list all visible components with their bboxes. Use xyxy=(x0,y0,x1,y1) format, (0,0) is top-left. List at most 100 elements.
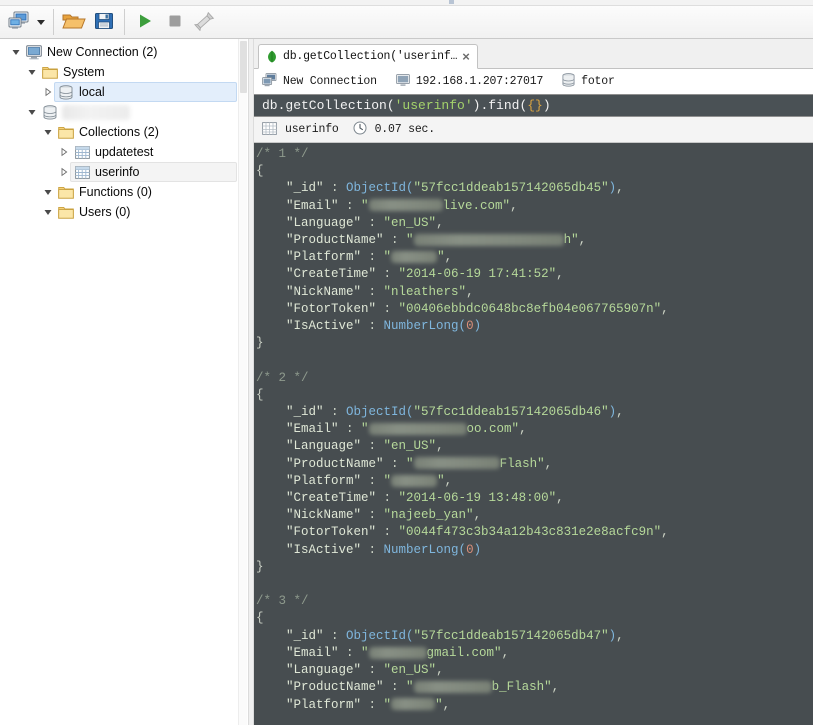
body-split: New Connection (2) Systemlocal Collections… xyxy=(0,39,813,725)
field-value: "en_US" xyxy=(384,663,437,677)
document-field: "CreateTime" : "2014-06-19 13:48:00", xyxy=(256,490,813,507)
field-value-prefix: " xyxy=(406,457,414,471)
field-value: "najeeb_yan" xyxy=(384,508,474,522)
twisty-expanded-icon[interactable] xyxy=(24,67,40,77)
redacted-database-name xyxy=(62,105,130,120)
folder-icon xyxy=(56,125,76,139)
field-value: "57fcc1ddeab157142065db46" xyxy=(414,405,609,419)
folder-icon xyxy=(40,65,60,79)
tree-item-functions-0[interactable]: Functions (0) xyxy=(0,182,247,202)
tree-item-label: updatetest xyxy=(92,145,153,159)
field-value-prefix: " xyxy=(384,474,392,488)
field-colon: : xyxy=(376,267,399,281)
server-address-item[interactable]: 192.168.1.207:27017 xyxy=(396,73,543,90)
tree-item-new-connection-2[interactable]: New Connection (2) xyxy=(0,42,247,62)
field-colon: : xyxy=(361,319,384,333)
results-output[interactable]: /* 1 */{ "_id" : ObjectId("57fcc1ddeab15… xyxy=(254,143,813,725)
tab-close-icon[interactable]: × xyxy=(462,50,470,63)
computers-icon xyxy=(8,11,30,34)
field-colon: : xyxy=(339,422,362,436)
field-key: "_id" xyxy=(256,181,324,195)
folder-icon xyxy=(56,185,76,199)
tree-item-local[interactable]: local xyxy=(0,82,247,102)
field-value-prefix: " xyxy=(361,646,369,660)
field-value-prefix: " xyxy=(384,698,392,712)
field-value-prefix: " xyxy=(406,680,414,694)
document-field: "NickName" : "najeeb_yan", xyxy=(256,507,813,524)
twisty-collapsed-icon[interactable] xyxy=(56,147,72,157)
explain-button[interactable] xyxy=(190,8,220,36)
document-field: "Platform" : "", xyxy=(256,249,813,266)
tab-query-userinfo[interactable]: db.getCollection('userinf… × xyxy=(258,44,478,69)
document-field: "Platform" : "", xyxy=(256,473,813,490)
twisty-collapsed-icon[interactable] xyxy=(40,87,56,97)
tree-item-system[interactable]: System xyxy=(0,62,247,82)
field-trailing-comma: , xyxy=(510,199,518,213)
field-value-suffix: " xyxy=(435,698,443,712)
tree-item-collections-2[interactable]: Collections (2) xyxy=(0,122,247,142)
sidebar-scrollbar[interactable] xyxy=(238,39,247,725)
field-func-name: ObjectId( xyxy=(346,181,414,195)
document-marker-text: /* 3 */ xyxy=(256,594,309,608)
field-colon: : xyxy=(361,250,384,264)
folder-icon xyxy=(56,205,76,219)
redacted-value xyxy=(391,251,437,263)
document-field: "_id" : ObjectId("57fcc1ddeab157142065db… xyxy=(256,628,813,645)
monitor-icon xyxy=(396,73,410,90)
redacted-value xyxy=(391,475,437,487)
window-top-strip xyxy=(0,0,813,6)
document-field: "Email" : "live.com", xyxy=(256,198,813,215)
tree-item-label: New Connection (2) xyxy=(44,45,157,59)
field-key: "Email" xyxy=(256,199,339,213)
twisty-expanded-icon[interactable] xyxy=(40,127,56,137)
document-field: "FotorToken" : "0044f473c3b34a12b43c831e… xyxy=(256,524,813,541)
twisty-collapsed-icon[interactable] xyxy=(56,167,72,177)
document-field: "_id" : ObjectId("57fcc1ddeab157142065db… xyxy=(256,180,813,197)
redacted-value xyxy=(414,681,492,693)
connect-button[interactable] xyxy=(4,8,34,36)
tree-item-users-0[interactable]: Users (0) xyxy=(0,202,247,222)
twisty-expanded-icon[interactable] xyxy=(24,107,40,117)
execute-group xyxy=(130,6,220,38)
database-item[interactable]: fotor xyxy=(562,73,615,90)
field-value-suffix: oo.com" xyxy=(467,422,520,436)
tree-item-userinfo[interactable]: userinfo xyxy=(0,162,247,182)
field-func-name: ObjectId( xyxy=(346,405,414,419)
main-pane: db.getCollection('userinf… × xyxy=(254,39,813,725)
save-script-button[interactable] xyxy=(89,8,119,36)
field-value: "nleathers" xyxy=(384,285,467,299)
field-colon: : xyxy=(361,216,384,230)
query-braces: {} xyxy=(527,98,543,113)
tab-label: db.getCollection('userinf… xyxy=(283,50,457,63)
tree-item-updatetest[interactable]: updatetest xyxy=(0,142,247,162)
connect-dropdown-button[interactable] xyxy=(34,8,48,36)
execute-button[interactable] xyxy=(130,8,160,36)
field-trailing-comma: , xyxy=(502,646,510,660)
twisty-expanded-icon[interactable] xyxy=(40,207,56,217)
field-trailing-comma: , xyxy=(443,698,451,712)
twisty-expanded-icon[interactable] xyxy=(8,47,24,57)
open-script-button[interactable] xyxy=(59,8,89,36)
field-trailing-comma: , xyxy=(661,525,669,539)
query-editor[interactable]: db.getCollection('userinfo').find({}) xyxy=(254,94,813,117)
clock-icon xyxy=(353,121,367,138)
stop-button[interactable] xyxy=(160,8,190,36)
field-value: "2014-06-19 13:48:00" xyxy=(399,491,557,505)
connection-name-item[interactable]: New Connection xyxy=(262,73,377,90)
grid-collection-icon xyxy=(262,122,277,138)
connection-tree[interactable]: New Connection (2) Systemlocal Collections… xyxy=(0,39,247,222)
field-value-suffix: gmail.com" xyxy=(427,646,502,660)
document-field: "FotorToken" : "00406ebbdc0648bc8efb04e0… xyxy=(256,301,813,318)
result-time-label: 0.07 sec. xyxy=(375,123,435,136)
play-green-icon xyxy=(136,12,154,33)
twisty-expanded-icon[interactable] xyxy=(40,187,56,197)
query-text: db.getCollection('userinfo').find({}) xyxy=(262,98,551,113)
field-colon: : xyxy=(361,698,384,712)
sidebar-scrollbar-thumb[interactable] xyxy=(240,41,247,93)
floppy-save-icon xyxy=(94,11,114,34)
stop-square-icon xyxy=(166,12,184,33)
grid-collection-icon xyxy=(72,166,92,179)
tree-item-redacted-database[interactable] xyxy=(0,102,247,122)
field-value: "en_US" xyxy=(384,439,437,453)
file-group xyxy=(59,6,119,38)
